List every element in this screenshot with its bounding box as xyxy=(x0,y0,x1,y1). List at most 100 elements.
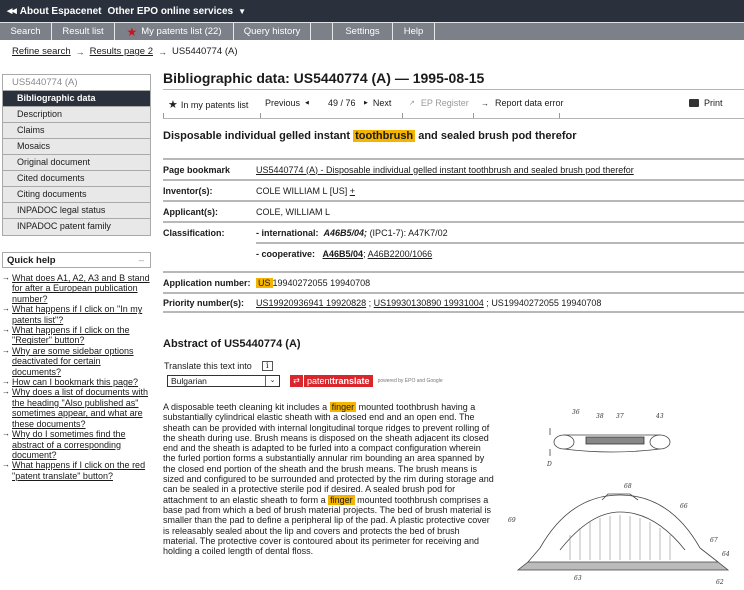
info-icon[interactable]: i xyxy=(261,361,273,371)
arrow-right-icon: → xyxy=(481,98,489,108)
report-data-error-button[interactable]: → Report data error xyxy=(481,98,564,108)
sidebar-item-citing-documents[interactable]: Citing documents xyxy=(3,187,150,203)
tab-result-list[interactable]: Result list xyxy=(52,23,115,40)
quick-help-list: → What does A1, A2, A3 and B stand for af… xyxy=(2,273,150,481)
sidebar-item-inpadoc-legal-status[interactable]: INPADOC legal status xyxy=(3,203,150,219)
help-link[interactable]: What happens if I click on the red "pate… xyxy=(12,460,150,481)
sidebar-item-claims[interactable]: Claims xyxy=(3,123,150,139)
help-link[interactable]: What happens if I click on the "Register… xyxy=(12,325,150,346)
field-label: Application number: xyxy=(163,277,251,288)
arrow-right-icon: → xyxy=(2,387,10,397)
patent-translate-button[interactable]: ⇄ patenttranslate powered by EPO and Goo… xyxy=(290,375,443,387)
powered-by-label: powered by EPO and Google xyxy=(377,378,443,384)
application-number-value: 19940272055 19940708 xyxy=(272,277,371,288)
tab-help[interactable]: Help xyxy=(393,23,435,40)
row-applicants: Applicant(s): COLE, WILLIAM L xyxy=(163,200,744,221)
language-select[interactable]: Bulgarian ⌄ xyxy=(167,375,280,387)
help-link[interactable]: What does A1, A2, A3 and B stand for aft… xyxy=(12,273,150,304)
help-item[interactable]: → Why do I sometimes find the abstract of… xyxy=(2,429,150,460)
tab-blank[interactable] xyxy=(311,23,333,40)
figure-label: D xyxy=(546,461,552,468)
document-title: Disposable individual gelled instant too… xyxy=(163,130,577,142)
help-item[interactable]: → Why does a list of documents with the h… xyxy=(2,387,150,429)
help-item[interactable]: → How can I bookmark this page? xyxy=(2,377,150,387)
breadcrumb: Refine search → Results page 2 → US54407… xyxy=(12,46,237,57)
show-more-inventors-link[interactable]: + xyxy=(350,186,355,196)
figure-label: 37 xyxy=(616,413,624,420)
in-my-patents-list-button[interactable]: ★ In my patents list xyxy=(168,98,248,111)
figure-label: 64 xyxy=(722,551,730,558)
about-espacenet-link[interactable]: ◀◀ About Espacenet xyxy=(7,6,101,17)
drawing-shape xyxy=(585,436,645,445)
sidebar-item-inpadoc-patent-family[interactable]: INPADOC patent family xyxy=(3,219,150,235)
tab-search[interactable]: Search xyxy=(0,23,52,40)
sidebar-item-cited-documents[interactable]: Cited documents xyxy=(3,171,150,187)
arrow-right-icon: → xyxy=(75,46,85,57)
separator: ; xyxy=(363,248,366,259)
print-button[interactable]: Print xyxy=(689,98,723,108)
search-highlight: finger xyxy=(328,494,355,505)
cpc-link[interactable]: A46B5/04 xyxy=(323,249,364,259)
print-label: Print xyxy=(704,98,723,108)
search-highlight: US xyxy=(256,277,273,288)
sidebar-item-original-document[interactable]: Original document xyxy=(3,155,150,171)
drawing-shape xyxy=(553,434,575,450)
sidebar-nav: US5440774 (A) Bibliographic data Descrip… xyxy=(2,74,151,236)
document-toolbar: ★ In my patents list Previous ◀ 49 / 76 … xyxy=(163,89,744,119)
drawing-shape xyxy=(516,561,730,571)
priority-link[interactable]: US19930130890 19931004 xyxy=(374,298,484,308)
breadcrumb-results-page[interactable]: Results page 2 xyxy=(90,46,153,57)
tab-label: Query history xyxy=(243,26,301,37)
breadcrumb-refine-search[interactable]: Refine search xyxy=(12,46,71,57)
ep-register-label: EP Register xyxy=(420,98,469,108)
cpc-link[interactable]: A46B2200/1066 xyxy=(368,249,433,259)
help-item[interactable]: → Why are some sidebar options deactivate… xyxy=(2,346,150,377)
priority-link[interactable]: US19920936941 19920828 xyxy=(256,298,366,308)
page-bookmark-link[interactable]: US5440774 (A) - Disposable individual ge… xyxy=(256,165,634,175)
figure-label: 69 xyxy=(508,517,516,524)
sidebar-header: US5440774 (A) xyxy=(3,75,150,91)
ep-register-button[interactable]: ↗ EP Register xyxy=(409,98,469,108)
row-application-number: Application number: US 19940272055 199407… xyxy=(163,271,744,292)
patent-drawing[interactable]: 36 38 37 43 D 68 66 69 67 64 63 62 xyxy=(500,400,744,590)
cooperative-label: - cooperative: xyxy=(256,248,316,259)
sidebar-item-mosaics[interactable]: Mosaics xyxy=(3,139,150,155)
sidebar-item-bibliographic-data[interactable]: Bibliographic data xyxy=(3,91,150,107)
tab-my-patents-list[interactable]: ★ My patents list (22) xyxy=(115,23,234,40)
tab-settings[interactable]: Settings xyxy=(333,23,393,40)
figure-label: 63 xyxy=(574,575,582,582)
previous-label: Previous xyxy=(265,98,301,108)
previous-button[interactable]: Previous ◀ xyxy=(265,98,309,108)
help-link[interactable]: What happens if I click on "In my patent… xyxy=(12,304,150,325)
divider xyxy=(163,113,164,118)
help-item[interactable]: → What does A1, A2, A3 and B stand for af… xyxy=(2,273,150,304)
arrow-right-icon: → xyxy=(2,429,10,439)
help-link[interactable]: How can I bookmark this page? xyxy=(12,377,138,387)
collapse-button[interactable]: – xyxy=(139,255,144,266)
sidebar-item-description[interactable]: Description xyxy=(3,107,150,123)
help-item[interactable]: → What happens if I click on "In my paten… xyxy=(2,304,150,325)
swap-icon: ⇄ xyxy=(290,375,303,387)
divider xyxy=(559,113,560,118)
help-link[interactable]: Why does a list of documents with the he… xyxy=(12,387,150,429)
search-highlight: toothbrush xyxy=(353,130,416,142)
next-button[interactable]: ▶ Next xyxy=(364,98,391,108)
help-link[interactable]: Why are some sidebar options deactivated… xyxy=(12,346,150,377)
patent-translate-label: patenttranslate xyxy=(304,375,373,387)
help-link[interactable]: Why do I sometimes find the abstract of … xyxy=(12,429,150,460)
arrow-right-icon: → xyxy=(2,460,10,470)
abstract-segment: A disposable teeth cleaning kit includes… xyxy=(163,402,328,412)
abstract-title: Abstract of US5440774 (A) xyxy=(163,338,301,350)
row-page-bookmark: Page bookmark US5440774 (A) - Disposable… xyxy=(163,158,744,179)
back-icon: ◀◀ xyxy=(7,8,17,15)
star-icon: ★ xyxy=(168,99,178,111)
title-text: and sealed brush pod therefor xyxy=(418,130,577,142)
figure-label: 68 xyxy=(624,483,632,490)
arrow-right-icon: → xyxy=(2,273,10,282)
chevron-down-icon: ▼ xyxy=(238,6,246,16)
other-services-menu[interactable]: Other EPO online services ▼ xyxy=(107,6,246,17)
quick-help-title: Quick help xyxy=(7,254,56,266)
help-item[interactable]: → What happens if I click on the red "pat… xyxy=(2,460,150,481)
help-item[interactable]: → What happens if I click on the "Registe… xyxy=(2,325,150,346)
tab-query-history[interactable]: Query history xyxy=(234,23,311,40)
